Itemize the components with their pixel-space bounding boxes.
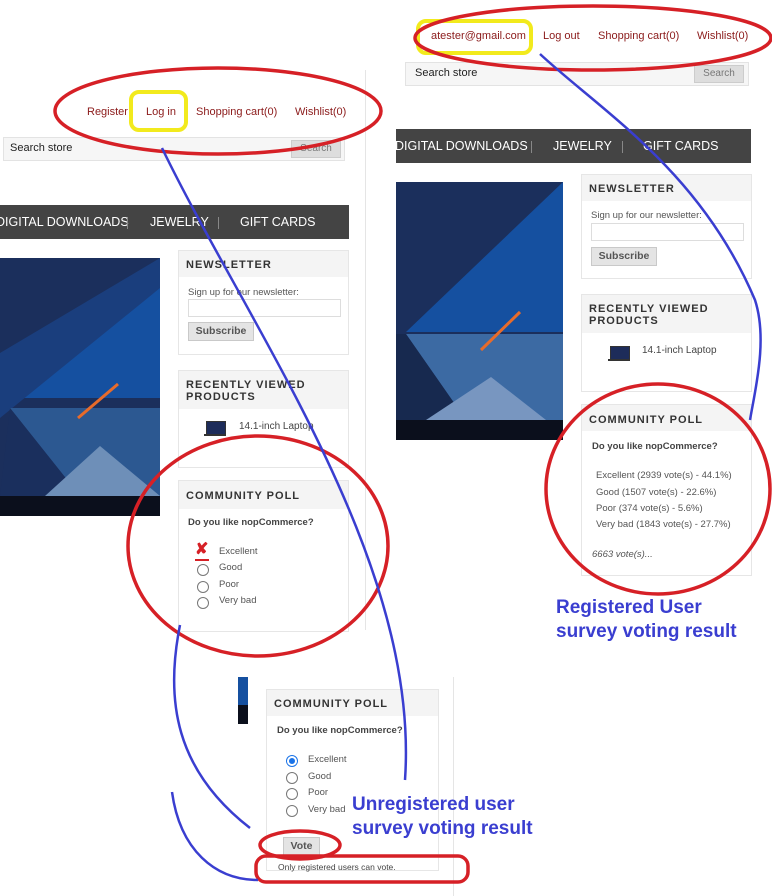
poll-connector-line [172, 624, 251, 829]
community-poll-block: COMMUNITY POLL Do you like nopCommerce? … [266, 689, 439, 871]
poll-radio-good[interactable] [286, 772, 298, 784]
recently-viewed-product[interactable]: 14.1-inch Laptop [642, 345, 717, 356]
x-mark-icon: ✘ [195, 541, 209, 558]
newsletter-block: NEWSLETTER Sign up for our newsletter: S… [178, 250, 349, 355]
recently-viewed-block: RECENTLY VIEWED PRODUCTS 14.1-inch Lapto… [581, 294, 752, 392]
newsletter-block: NEWSLETTER Sign up for our newsletter: S… [581, 174, 752, 279]
shopping-cart-link[interactable]: Shopping cart(0) [196, 106, 277, 118]
underline-mark [195, 559, 209, 561]
recently-viewed-title-1: RECENTLY VIEWED [589, 303, 709, 315]
shopping-cart-link[interactable]: Shopping cart(0) [598, 30, 679, 42]
poll-radio-excellent[interactable] [286, 755, 298, 767]
menu-item-digital-downloads[interactable]: DIGITAL DOWNLOADS [395, 139, 528, 153]
poll-radio-very-bad[interactable] [286, 805, 298, 817]
logout-link[interactable]: Log out [543, 30, 580, 42]
newsletter-email-input[interactable] [188, 299, 341, 317]
poll-option-poor: Poor [219, 579, 240, 590]
banner-graphic [396, 182, 563, 440]
login-link[interactable]: Log in [146, 106, 176, 118]
search-button[interactable]: Search [291, 140, 341, 158]
search-box: Search store Search [3, 137, 345, 161]
top-menu: DIGITAL DOWNLOADS JEWELRY GIFT CARDS [395, 129, 751, 163]
poll-title: COMMUNITY POLL [186, 490, 301, 502]
newsletter-prompt: Sign up for our newsletter: [591, 210, 702, 221]
poll-radio-very-bad[interactable] [197, 597, 209, 609]
community-poll-results-block: COMMUNITY POLL Do you like nopCommerce? … [581, 404, 752, 576]
menu-separator [218, 217, 219, 229]
recently-viewed-title-2: PRODUCTS [589, 315, 659, 327]
poll-question: Do you like nopCommerce? [277, 725, 403, 736]
menu-item-gift-cards[interactable]: GIFT CARDS [240, 215, 315, 229]
laptop-thumbnail[interactable] [204, 421, 226, 436]
register-link[interactable]: Register [87, 106, 128, 118]
poll-question: Do you like nopCommerce? [188, 517, 314, 528]
poll-radio-poor[interactable] [286, 788, 298, 800]
panel-divider [453, 677, 454, 896]
poll-option-poor: Poor [308, 787, 329, 798]
poll-option-excellent: Excellent [219, 546, 258, 557]
poll-option-good: Good [219, 562, 243, 573]
poll-radio-good[interactable] [197, 564, 209, 576]
menu-separator [127, 217, 128, 229]
poll-option-very-bad: Very bad [308, 804, 346, 815]
banner-graphic [0, 258, 160, 516]
unregistered-caption-line-1: Unregistered user [352, 794, 515, 815]
poll-option-good: Good [308, 771, 332, 782]
wishlist-link[interactable]: Wishlist(0) [697, 30, 748, 42]
registered-caption-line-2: survey voting result [556, 621, 737, 642]
poll-total-votes: 6663 vote(s)... [592, 549, 653, 560]
menu-separator [622, 141, 623, 153]
poll-title: COMMUNITY POLL [274, 698, 389, 710]
laptop-thumbnail[interactable] [608, 346, 630, 361]
newsletter-title: NEWSLETTER [186, 259, 272, 271]
poll-radio-poor[interactable] [197, 581, 209, 593]
menu-item-jewelry[interactable]: JEWELRY [150, 215, 209, 229]
newsletter-title: NEWSLETTER [589, 183, 675, 195]
poll-result-excellent: Excellent (2939 vote(s) - 44.1%) [596, 470, 732, 481]
recently-viewed-title-2: PRODUCTS [186, 391, 256, 403]
poll-title: COMMUNITY POLL [589, 414, 704, 426]
registered-caption-line-1: Registered User [556, 597, 702, 618]
account-email-link[interactable]: atester@gmail.com [431, 30, 526, 42]
hero-banner[interactable] [0, 258, 160, 516]
recently-viewed-title-1: RECENTLY VIEWED [186, 379, 306, 391]
vote-button[interactable]: Vote [283, 837, 320, 856]
poll-result-good: Good (1507 vote(s) - 22.6%) [596, 487, 717, 498]
search-input[interactable]: Search store [10, 142, 72, 154]
community-poll-block: COMMUNITY POLL Do you like nopCommerce? … [178, 480, 349, 632]
poll-result-poor: Poor (374 vote(s) - 5.6%) [596, 503, 703, 514]
poll-warning-message: Only registered users can vote. [278, 862, 396, 872]
top-menu: DIGITAL DOWNLOADS JEWELRY GIFT CARDS [0, 205, 349, 239]
poll-result-very-bad: Very bad (1843 vote(s) - 27.7%) [596, 519, 731, 530]
menu-item-jewelry[interactable]: JEWELRY [553, 139, 612, 153]
menu-item-gift-cards[interactable]: GIFT CARDS [643, 139, 718, 153]
menu-item-digital-downloads[interactable]: DIGITAL DOWNLOADS [0, 215, 129, 229]
newsletter-prompt: Sign up for our newsletter: [188, 287, 299, 298]
poll-option-excellent: Excellent [308, 754, 347, 765]
wishlist-link[interactable]: Wishlist(0) [295, 106, 346, 118]
search-input[interactable]: Search store [415, 67, 477, 79]
message-connector-line [170, 791, 259, 882]
recently-viewed-product[interactable]: 14.1-inch Laptop [239, 421, 314, 432]
subscribe-button[interactable]: Subscribe [591, 247, 657, 266]
poll-option-very-bad: Very bad [219, 595, 257, 606]
menu-separator [531, 141, 532, 153]
recently-viewed-block: RECENTLY VIEWED PRODUCTS 14.1-inch Lapto… [178, 370, 349, 468]
newsletter-email-input[interactable] [591, 223, 744, 241]
subscribe-button[interactable]: Subscribe [188, 322, 254, 341]
banner-edge [238, 677, 248, 724]
poll-question: Do you like nopCommerce? [592, 441, 718, 452]
search-button[interactable]: Search [694, 65, 744, 83]
panel-divider [365, 70, 366, 630]
hero-banner[interactable] [396, 182, 563, 440]
unregistered-caption-line-2: survey voting result [352, 818, 533, 839]
search-box: Search store Search [405, 62, 749, 86]
